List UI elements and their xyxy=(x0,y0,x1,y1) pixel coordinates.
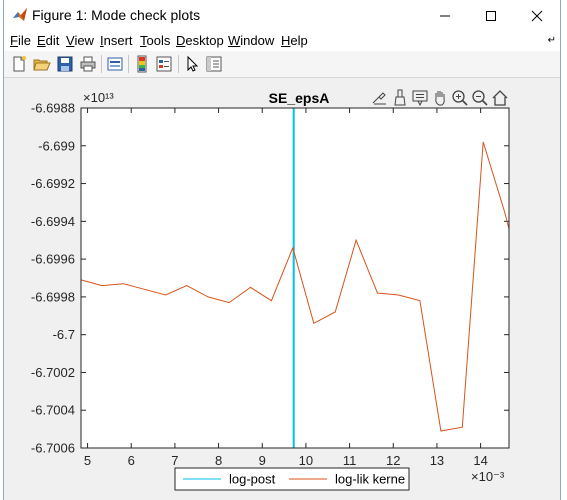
matlab-logo-icon xyxy=(13,8,27,21)
y-tick-label: -6.7006 xyxy=(31,441,75,456)
y-tick-label: -6.6998 xyxy=(31,289,75,304)
x-tick-label: 5 xyxy=(84,453,91,468)
maximize-button[interactable] xyxy=(468,0,514,32)
x-exponent-label: ×10⁻³ xyxy=(471,469,505,484)
x-tick-label: 9 xyxy=(259,453,266,468)
toolbar-separator xyxy=(128,55,129,73)
legend-label-log-post: log-post xyxy=(229,472,276,487)
x-tick-label: 7 xyxy=(171,453,178,468)
plot-area xyxy=(81,108,509,448)
y-tick-label: -6.7004 xyxy=(31,403,75,418)
x-tick-label: 11 xyxy=(343,453,357,468)
y-tick-label: -6.6988 xyxy=(31,101,75,116)
menu-insert[interactable]: Insert xyxy=(100,33,133,48)
x-tick-label: 12 xyxy=(386,453,400,468)
colorbar-icon[interactable] xyxy=(133,55,151,73)
x-tick-label: 6 xyxy=(128,453,135,468)
dock-arrow-icon[interactable]: ↵ xyxy=(548,35,556,46)
edit-plot-arrow-icon[interactable] xyxy=(183,55,201,73)
title-bar[interactable]: Figure 1: Mode check plots xyxy=(4,0,560,32)
figure-toolbar xyxy=(4,51,560,78)
menu-window[interactable]: Window xyxy=(228,33,274,48)
x-tick-label: 8 xyxy=(215,453,222,468)
line-chart: -6.7006-6.7004-6.7002-6.7-6.6998-6.6996-… xyxy=(31,90,510,491)
y-tick-label: -6.7 xyxy=(53,327,75,342)
window-title: Figure 1: Mode check plots xyxy=(32,7,201,23)
menu-tools[interactable]: Tools xyxy=(140,33,170,48)
toolbar-separator xyxy=(101,55,102,73)
open-file-icon[interactable] xyxy=(33,55,51,73)
minimize-button[interactable] xyxy=(422,0,468,32)
figure-window: Figure 1: Mode check plots File Edit Vie… xyxy=(3,0,561,500)
new-figure-icon[interactable] xyxy=(10,55,28,73)
minimize-icon xyxy=(440,15,450,17)
menu-edit[interactable]: Edit xyxy=(37,33,59,48)
close-button[interactable] xyxy=(514,0,560,32)
y-tick-label: -6.6992 xyxy=(31,176,75,191)
menu-desktop[interactable]: Desktop xyxy=(176,33,224,48)
menu-file[interactable]: File xyxy=(10,33,31,48)
y-tick-label: -6.7002 xyxy=(31,365,75,380)
legend-label-log-lik-kernel: log-lik kerne xyxy=(335,472,405,487)
y-tick-label: -6.6996 xyxy=(31,252,75,267)
save-icon[interactable] xyxy=(56,55,74,73)
y-exponent-label: ×10¹³ xyxy=(83,90,114,105)
x-tick-label: 13 xyxy=(430,453,444,468)
x-tick-label: 14 xyxy=(473,453,487,468)
y-tick-label: -6.699 xyxy=(38,138,75,153)
legend-icon[interactable] xyxy=(155,55,173,73)
link-plot-icon[interactable] xyxy=(106,55,124,73)
x-tick-label: 10 xyxy=(299,453,313,468)
menu-view[interactable]: View xyxy=(66,33,94,48)
print-icon[interactable] xyxy=(79,55,97,73)
maximize-icon xyxy=(486,11,496,21)
chart-title: SE_epsA xyxy=(269,90,330,106)
menu-bar: File Edit View Insert Tools Desktop Wind… xyxy=(4,32,560,51)
close-icon xyxy=(531,10,543,22)
property-inspector-icon[interactable] xyxy=(205,55,223,73)
toolbar-separator xyxy=(178,55,179,73)
menu-help[interactable]: Help xyxy=(281,33,308,48)
y-tick-label: -6.6994 xyxy=(31,214,75,229)
